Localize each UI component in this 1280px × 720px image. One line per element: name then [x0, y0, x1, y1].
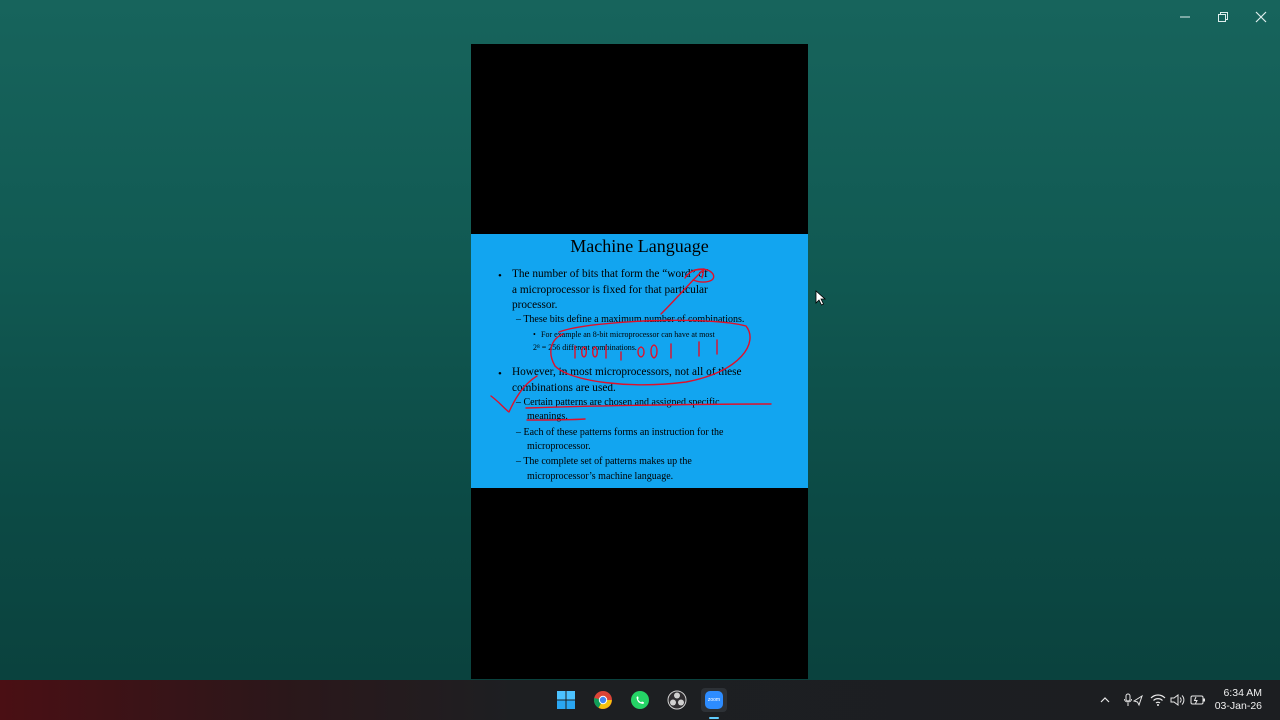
tray-overflow-button[interactable]	[1097, 692, 1113, 708]
mic-icon	[1124, 693, 1143, 707]
mouse-cursor-icon	[815, 290, 827, 306]
restore-button[interactable]	[1204, 0, 1242, 34]
wifi-icon	[1150, 694, 1166, 706]
taskbar-zoom[interactable]: zoom	[701, 688, 727, 712]
window-controls	[1166, 0, 1280, 34]
taskbar: zoom	[0, 680, 1280, 720]
zoom-label: zoom	[707, 697, 721, 703]
tray-battery[interactable]	[1190, 692, 1206, 708]
chrome-icon	[593, 691, 612, 709]
ink-circle-word	[684, 268, 715, 283]
pen-annotations	[490, 268, 772, 421]
presentation-slide: Machine Language • The number of bits th…	[471, 234, 808, 488]
taskbar-chrome[interactable]	[591, 688, 615, 712]
minimize-icon	[1180, 16, 1190, 18]
ink-check	[490, 375, 538, 413]
close-icon	[1255, 11, 1267, 23]
clock-time: 6:34 AM	[1223, 687, 1262, 699]
minimize-button[interactable]	[1166, 0, 1204, 34]
tray-mic-location[interactable]	[1122, 692, 1144, 708]
shared-screen-video: Machine Language • The number of bits th…	[471, 44, 808, 679]
clock-date: 03-Jan-26	[1214, 700, 1262, 712]
volume-icon	[1170, 694, 1185, 706]
whatsapp-icon	[631, 691, 649, 709]
chevron-up-icon	[1100, 697, 1110, 703]
ink-underline1	[525, 403, 772, 409]
active-indicator	[709, 717, 719, 719]
start-button[interactable]	[554, 688, 578, 712]
tray-wifi[interactable]	[1150, 692, 1166, 708]
tray-volume[interactable]	[1170, 692, 1186, 708]
battery-icon	[1190, 695, 1205, 705]
taskbar-obs[interactable]	[665, 688, 689, 712]
windows-start-icon	[557, 691, 575, 709]
close-button[interactable]	[1242, 0, 1280, 34]
ink-digits	[574, 339, 718, 361]
ink-underline2	[526, 418, 586, 421]
taskbar-clock[interactable]: 6:34 AM 03-Jan-26	[1215, 687, 1262, 713]
restore-icon	[1218, 12, 1228, 22]
taskbar-whatsapp[interactable]	[628, 688, 652, 712]
ink-arrow	[660, 268, 705, 315]
obs-icon	[667, 690, 687, 710]
